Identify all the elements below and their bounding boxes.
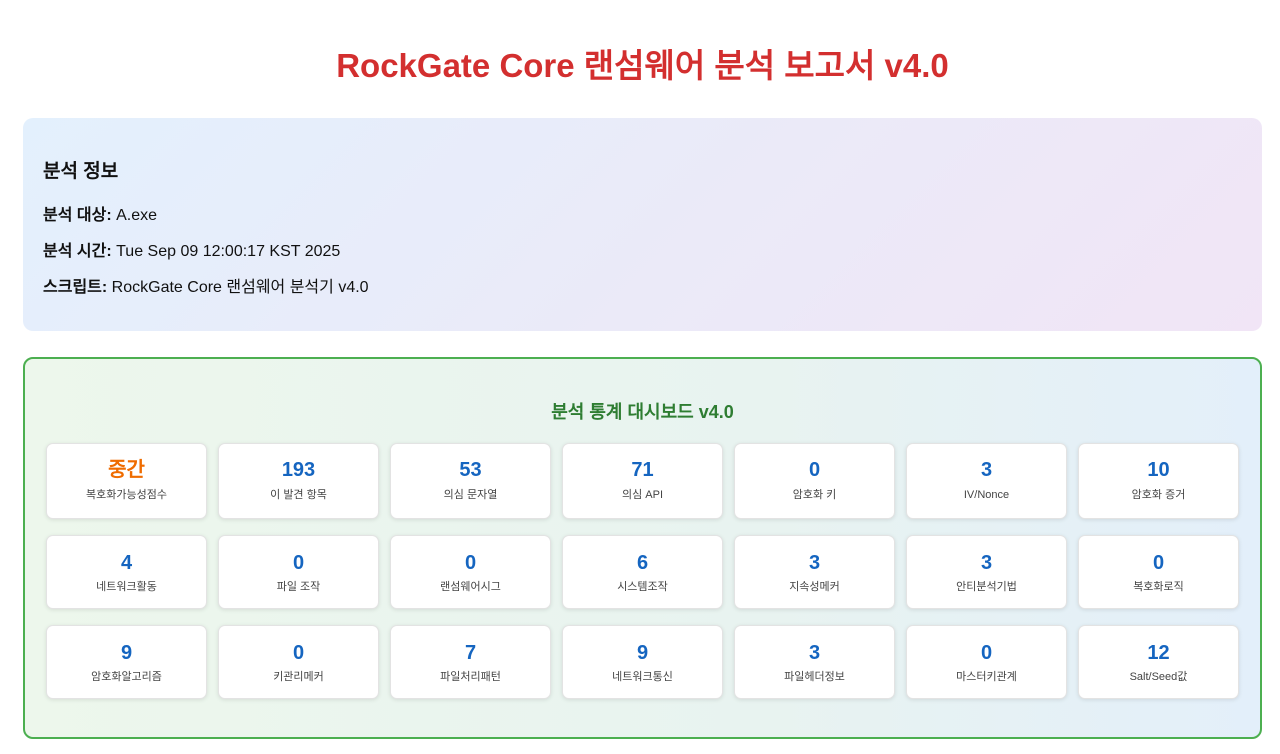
stat-label: 마스터키관계 [956, 671, 1017, 683]
analysis-target-value: A.exe [116, 207, 158, 224]
stat-value: 9 [120, 642, 133, 664]
script-value: RockGate Core 랜섬웨어 분석기 v4.0 [111, 279, 369, 296]
stat-label: 복호화가능성점수 [86, 489, 167, 501]
stat-label: 이 발견 항목 [270, 489, 327, 501]
stat-label: 랜섬웨어시그 [440, 581, 501, 593]
stat-card: 6 시스템조작 [562, 535, 723, 609]
stat-card: 12 Salt/Seed값 [1078, 625, 1239, 699]
stat-card: 0 키관리메커 [218, 625, 379, 699]
stat-card: 10 암호화 증거 [1078, 443, 1239, 519]
stat-label: 지속성메커 [789, 581, 840, 593]
stat-label: 암호화알고리즘 [91, 671, 162, 683]
analysis-time-row: 분석 시간: Tue Sep 09 12:00:17 KST 2025 [43, 237, 340, 261]
stat-card: 0 랜섬웨어시그 [390, 535, 551, 609]
stat-card: 193 이 발견 항목 [218, 443, 379, 519]
stat-value: 0 [808, 459, 821, 481]
analysis-target-label: 분석 대상: [43, 207, 112, 224]
stat-label: IV/Nonce [963, 489, 1010, 501]
stat-grid: 중간복호화가능성점수 193 이 발견 항목 53 의심 문자열 71 의심 API 0 암호화… [46, 443, 1241, 699]
stat-label: 네트워크활동 [96, 581, 157, 593]
stat-value: 3 [808, 552, 821, 574]
stats-dashboard: 분석 통계 대시보드 v4.0 중간복호화가능성점수 193 이 발견 항목 53 의심… [23, 357, 1262, 739]
stat-value: 12 [1147, 642, 1170, 664]
analysis-time-label: 분석 시간: [43, 243, 112, 260]
dashboard-title: 분석 통계 대시보드 v4.0 [551, 402, 734, 422]
stat-card: 71 의심 API [562, 443, 723, 519]
analysis-target-row: 분석 대상: A.exe [43, 201, 157, 225]
stat-label: Salt/Seed값 [1129, 671, 1188, 683]
stat-card: 0 파일 조작 [218, 535, 379, 609]
stat-card: 4 네트워크활동 [46, 535, 207, 609]
analysis-info-panel: 분석 정보 분석 대상: A.exe 분석 시간: Tue Sep 09 12:… [23, 118, 1262, 331]
analysis-time-value: Tue Sep 09 12:00:17 KST 2025 [116, 243, 341, 260]
stat-label: 네트워크통신 [612, 671, 673, 683]
stat-value: 7 [464, 642, 477, 664]
stat-value: 9 [636, 642, 649, 664]
stat-card: 7 파일처리패턴 [390, 625, 551, 699]
stat-card: 0 복호화로직 [1078, 535, 1239, 609]
stat-value: 53 [459, 459, 482, 481]
stat-label: 안티분석기법 [956, 581, 1017, 593]
stat-label: 시스템조작 [617, 581, 668, 593]
stat-value: 0 [292, 642, 305, 664]
stat-label: 의심 API [621, 489, 664, 501]
info-heading: 분석 정보 [43, 161, 119, 182]
stat-value: 4 [120, 552, 133, 574]
stat-label: 파일 조작 [276, 581, 321, 593]
stat-label: 암호화 키 [792, 489, 837, 501]
stat-value: 3 [808, 642, 821, 664]
stat-label: 복호화로직 [1133, 581, 1184, 593]
stat-value: 중간 [108, 459, 145, 481]
stat-value: 6 [636, 552, 649, 574]
stat-value: 0 [292, 552, 305, 574]
stat-value: 193 [281, 459, 316, 481]
stat-label: 의심 문자열 [443, 489, 498, 501]
stat-label: 암호화 증거 [1131, 489, 1186, 501]
stat-card: 3 파일헤더정보 [734, 625, 895, 699]
stat-card: 3 지속성메커 [734, 535, 895, 609]
stat-card: 3 안티분석기법 [906, 535, 1067, 609]
stat-label: 파일처리패턴 [440, 671, 501, 683]
stat-value: 0 [1152, 552, 1165, 574]
stat-value: 3 [980, 459, 993, 481]
stat-card: 0 마스터키관계 [906, 625, 1067, 699]
stat-card: 9 암호화알고리즘 [46, 625, 207, 699]
page-title: RockGate Core 랜섬웨어 분석 보고서 v4.0 [336, 47, 949, 84]
stat-card: 9 네트워크통신 [562, 625, 723, 699]
stat-card: 0 암호화 키 [734, 443, 895, 519]
script-label: 스크립트: [43, 279, 108, 296]
stat-value: 0 [464, 552, 477, 574]
stat-label: 키관리메커 [273, 671, 324, 683]
stat-value: 71 [631, 459, 654, 481]
stat-value: 3 [980, 552, 993, 574]
stat-card: 3 IV/Nonce [906, 443, 1067, 519]
stat-label: 파일헤더정보 [784, 671, 845, 683]
stat-value: 0 [980, 642, 993, 664]
script-row: 스크립트: RockGate Core 랜섬웨어 분석기 v4.0 [43, 273, 369, 297]
stat-card: 53 의심 문자열 [390, 443, 551, 519]
stat-value: 10 [1147, 459, 1170, 481]
stat-card: 중간복호화가능성점수 [46, 443, 207, 519]
